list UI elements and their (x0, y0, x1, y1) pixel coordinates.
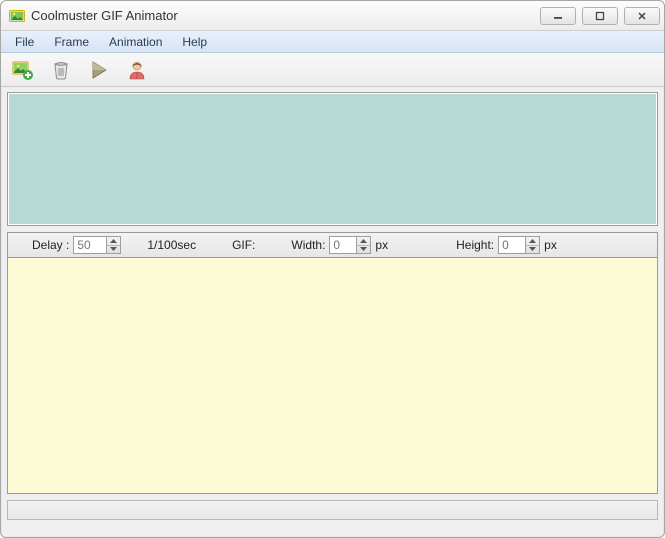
add-image-button[interactable] (11, 58, 35, 82)
toolbar (1, 53, 664, 87)
lower-wrap: Delay : 50 1/100sec GIF: Width: 0 (1, 232, 664, 494)
height-label: Height: (456, 238, 494, 252)
statusbar (7, 500, 658, 520)
menu-frame[interactable]: Frame (44, 31, 99, 52)
window-title: Coolmuster GIF Animator (31, 8, 540, 23)
width-spin-buttons[interactable] (357, 236, 371, 254)
user-button[interactable] (125, 58, 149, 82)
play-button[interactable] (87, 58, 111, 82)
height-unit: px (544, 238, 557, 252)
delete-button[interactable] (49, 58, 73, 82)
frames-panel (7, 258, 658, 494)
titlebar: Coolmuster GIF Animator (1, 1, 664, 31)
close-button[interactable] (624, 7, 660, 25)
width-down-icon[interactable] (357, 246, 370, 254)
height-spinner: 0 (498, 236, 540, 254)
menu-help[interactable]: Help (172, 31, 217, 52)
window-controls (540, 7, 660, 25)
app-window: Coolmuster GIF Animator File Frame Anima… (0, 0, 665, 538)
gif-label: GIF: (232, 238, 255, 252)
menu-animation[interactable]: Animation (99, 31, 172, 52)
minimize-button[interactable] (540, 7, 576, 25)
height-spin-buttons[interactable] (526, 236, 540, 254)
width-spinner: 0 (329, 236, 371, 254)
delay-label: Delay : (32, 238, 69, 252)
width-up-icon[interactable] (357, 237, 370, 246)
delay-spin-buttons[interactable] (107, 236, 121, 254)
delay-spinner: 50 (73, 236, 121, 254)
height-down-icon[interactable] (526, 246, 539, 254)
width-input[interactable]: 0 (329, 236, 357, 254)
width-unit: px (375, 238, 388, 252)
options-bar: Delay : 50 1/100sec GIF: Width: 0 (7, 232, 658, 258)
delay-up-icon[interactable] (107, 237, 120, 246)
menubar: File Frame Animation Help (1, 31, 664, 53)
preview-panel (7, 92, 658, 226)
statusbar-wrap (1, 494, 664, 537)
delay-down-icon[interactable] (107, 246, 120, 254)
delay-input[interactable]: 50 (73, 236, 107, 254)
maximize-button[interactable] (582, 7, 618, 25)
height-input[interactable]: 0 (498, 236, 526, 254)
app-icon (9, 8, 25, 24)
menu-file[interactable]: File (5, 31, 44, 52)
delay-unit: 1/100sec (147, 238, 196, 252)
height-up-icon[interactable] (526, 237, 539, 246)
width-label: Width: (291, 238, 325, 252)
preview-wrap (1, 87, 664, 226)
